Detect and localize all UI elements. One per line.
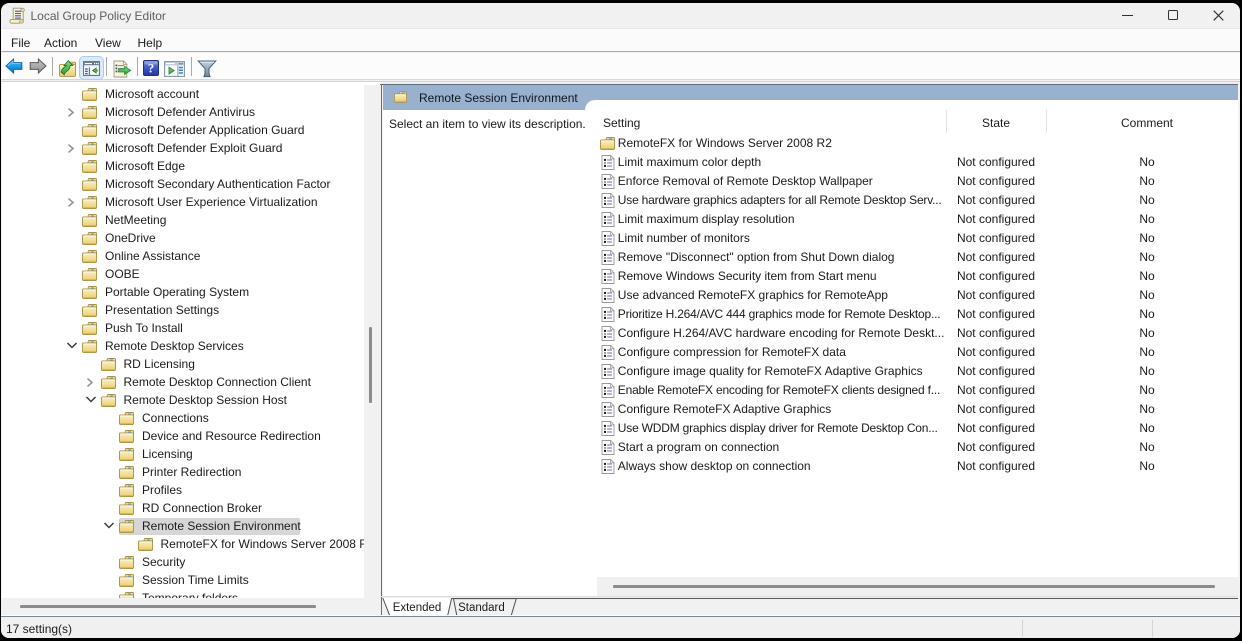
svg-text:?: ? <box>148 60 155 75</box>
